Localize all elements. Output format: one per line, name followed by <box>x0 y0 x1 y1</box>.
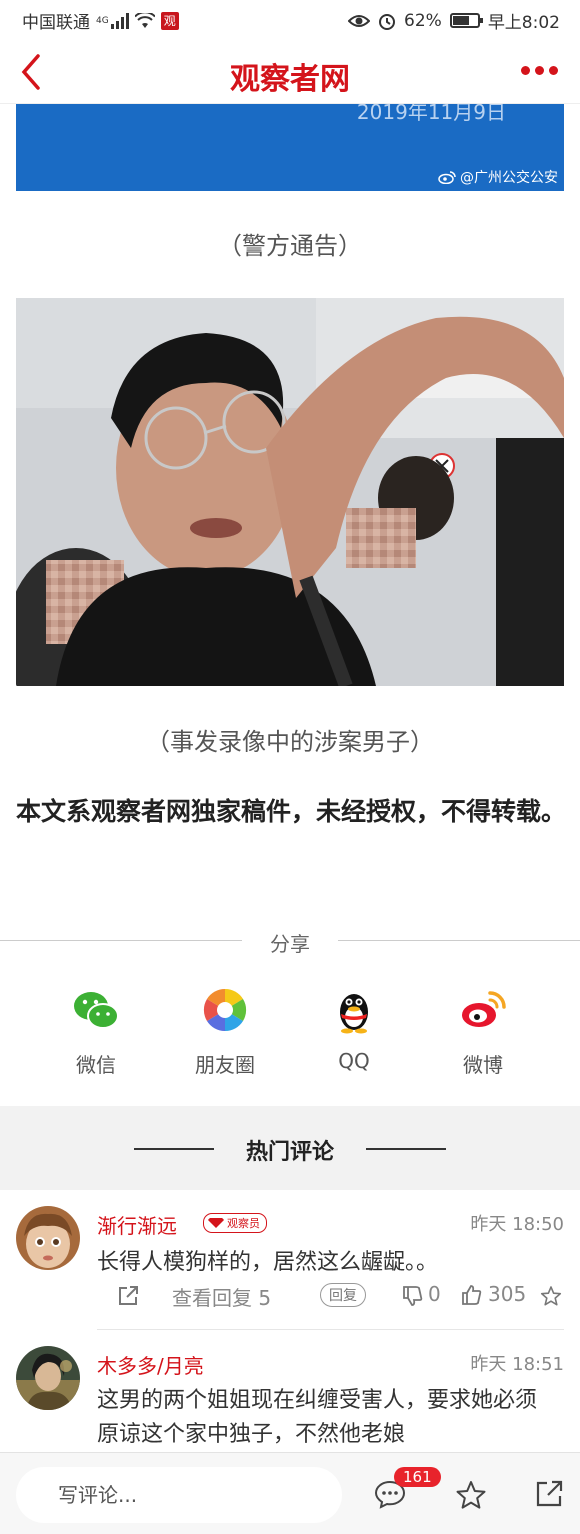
watermark-text: @广州公交公安 <box>460 170 558 186</box>
hot-comments-header: 热门评论 <box>0 1106 580 1190</box>
comment-item: 渐行渐远 观察员 昨天 18:50 长得人模狗样的，居然这么龌龊。。 查看回复 … <box>0 1190 580 1330</box>
more-menu-button[interactable] <box>521 66 558 75</box>
observer-badge: 观察员 <box>203 1213 267 1233</box>
comment-actions: 查看回复 5 回复 0 305 <box>110 1282 566 1312</box>
fan-icon <box>208 1218 224 1228</box>
share-icon[interactable] <box>534 1479 564 1509</box>
weibo-watermark: @广州公交公安 <box>438 167 558 187</box>
bottom-action-bar: 写评论... 161 <box>0 1452 580 1534</box>
share-weibo-button[interactable]: 微博 <box>433 985 533 1078</box>
notice-date: 2019年11月9日 <box>356 104 506 124</box>
photo-illustration <box>16 298 564 686</box>
suspect-photo <box>16 298 564 686</box>
comment-username[interactable]: 渐行渐远 <box>97 1210 177 1239</box>
observer-badge-label: 观察员 <box>227 1217 260 1230</box>
comment-time: 昨天 18:50 <box>470 1214 564 1235</box>
share-moments-label: 朋友圈 <box>195 1053 255 1077</box>
thumbs-down-icon[interactable] <box>401 1285 423 1307</box>
network-type: 4G <box>96 15 109 26</box>
police-notice-image: 2019年11月9日 @广州公交公安 <box>16 104 564 191</box>
photo-caption: （事发录像中的涉案男子） <box>146 728 434 756</box>
top-nav-bar: 观察者网 <box>0 40 580 104</box>
dislike-count: 0 <box>428 1282 441 1306</box>
moments-icon <box>203 988 247 1032</box>
wechat-icon <box>74 992 119 1029</box>
comment-text: 这男的两个姐姐现在纠缠受害人，要求她必须原谅这个家中独子，不然他老娘 <box>97 1388 538 1447</box>
battery-percent: 62% <box>404 10 442 31</box>
avatar-image <box>16 1346 80 1410</box>
share-wechat-button[interactable]: 微信 <box>46 985 146 1078</box>
share-weibo-label: 微博 <box>463 1053 503 1077</box>
star-icon[interactable] <box>540 1285 562 1307</box>
clock: 早上8:02 <box>487 13 560 33</box>
signal-icon <box>110 12 129 29</box>
alarm-icon <box>379 13 396 30</box>
eye-icon <box>348 14 371 27</box>
share-comment-icon[interactable] <box>116 1284 140 1308</box>
page-title: 观察者网 <box>230 62 350 97</box>
like-count: 305 <box>488 1282 527 1306</box>
weibo-watermark-icon <box>438 171 456 184</box>
write-comment-input[interactable]: 写评论... <box>16 1467 342 1523</box>
avatar-image <box>16 1206 80 1270</box>
copyright-notice: 本文系观察者网独家稿件，未经授权，不得转载。 <box>16 797 567 826</box>
notice-caption: （警方通告） <box>218 232 362 260</box>
view-replies-link[interactable]: 查看回复 5 <box>172 1282 271 1311</box>
avatar[interactable] <box>16 1206 80 1270</box>
comment-username[interactable]: 木多多/月亮 <box>97 1350 204 1379</box>
favorite-star-icon[interactable] <box>455 1479 487 1511</box>
status-bar: 中国联通 4G 观 62% 早上8:02 <box>0 0 580 40</box>
wifi-icon <box>134 12 155 28</box>
hot-comments-title: 热门评论 <box>245 1140 334 1165</box>
app-notification-icon: 观 <box>160 11 179 30</box>
comment-count-badge: 161 <box>394 1467 441 1487</box>
carrier-name: 中国联通 <box>22 13 90 33</box>
reply-button[interactable]: 回复 <box>320 1283 366 1307</box>
share-moments-button[interactable]: 朋友圈 <box>175 985 275 1078</box>
share-qq-button[interactable]: QQ <box>304 985 404 1073</box>
comment-item: 木多多/月亮 昨天 18:51 这男的两个姐姐现在纠缠受害人，要求她必须原谅这个… <box>0 1330 580 1452</box>
weibo-icon <box>462 991 506 1027</box>
avatar[interactable] <box>16 1346 80 1410</box>
qq-icon <box>340 994 368 1034</box>
share-qq-label: QQ <box>338 1049 370 1073</box>
comment-text: 长得人模狗样的，居然这么龌龊。。 <box>97 1250 439 1275</box>
share-wechat-label: 微信 <box>76 1053 116 1077</box>
share-title: 分享 <box>270 932 310 956</box>
more-dots-icon <box>521 66 530 75</box>
comment-time: 昨天 18:51 <box>470 1354 564 1375</box>
battery-icon <box>449 13 483 28</box>
thumbs-up-icon[interactable] <box>460 1284 482 1306</box>
